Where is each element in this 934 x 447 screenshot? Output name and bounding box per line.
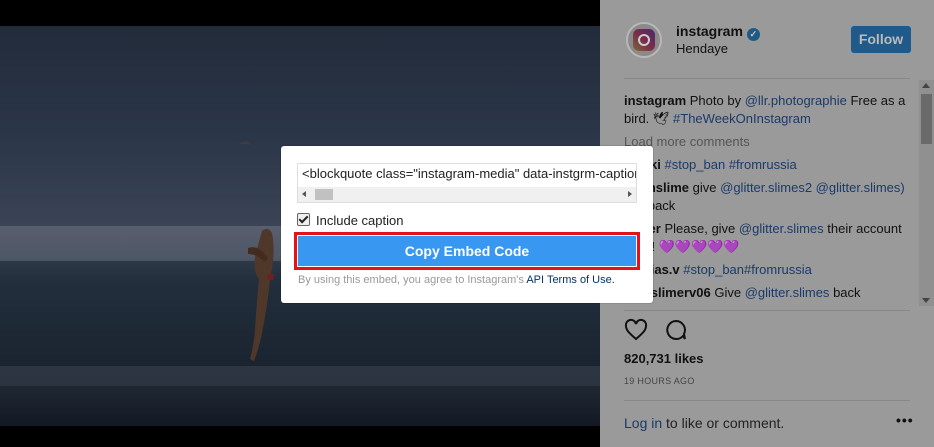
include-caption-row[interactable]: Include caption: [297, 213, 403, 228]
post-timestamp[interactable]: 19 HOURS AGO: [624, 376, 695, 386]
post-username[interactable]: instagram ✓: [676, 23, 760, 41]
divider: [624, 310, 910, 311]
login-link[interactable]: Log in: [624, 415, 662, 431]
scrollbar-thumb[interactable]: [921, 94, 932, 144]
post-location[interactable]: Hendaye: [676, 41, 728, 56]
terms-of-use-link[interactable]: Terms of Use.: [547, 274, 615, 286]
avatar[interactable]: [626, 22, 662, 58]
comments-list: instagram Photo by @llr.photographie Fre…: [624, 92, 914, 306]
mention-link[interactable]: @llr.photographie: [745, 93, 847, 108]
load-more-comments-link[interactable]: Load more comments: [624, 133, 914, 151]
include-caption-checkbox[interactable]: [297, 213, 310, 226]
embed-code-text[interactable]: <blockquote class="instagram-media" data…: [302, 166, 636, 181]
mention-link[interactable]: @glitter.slimes2 @glitter.slimes): [720, 180, 905, 195]
caption: instagram Photo by @llr.photographie Fre…: [624, 93, 906, 126]
heart-icon[interactable]: [624, 318, 648, 342]
instagram-logo-icon: [633, 29, 655, 51]
hashtag-link[interactable]: #stop_ban#fromrussia: [683, 262, 812, 277]
scroll-right-arrow-icon[interactable]: [628, 191, 632, 197]
follow-button[interactable]: Follow: [851, 26, 911, 53]
horizontal-scrollbar[interactable]: [298, 187, 636, 202]
mention-link[interactable]: @glitter.slimes: [745, 285, 830, 300]
scroll-down-arrow-icon[interactable]: [922, 298, 930, 303]
comment-bubble-icon[interactable]: [664, 318, 688, 342]
list-item: aha.ki #stop_ban #fromrussia: [624, 156, 914, 174]
hashtag-link[interactable]: #stop_ban #fromrussia: [664, 157, 796, 172]
highlight-box: [294, 232, 640, 270]
list-item: noonslime give @glitter.slimes2 @glitter…: [624, 180, 905, 213]
embed-modal: <blockquote class="instagram-media" data…: [281, 146, 653, 303]
divider: [624, 78, 910, 79]
api-link[interactable]: API: [526, 274, 544, 286]
scroll-left-arrow-icon[interactable]: [302, 191, 306, 197]
list-item: the_slimerv06 Give @glitter.slimes back: [624, 285, 861, 300]
more-options-icon[interactable]: •••: [896, 412, 914, 428]
verified-badge-icon: ✓: [746, 28, 760, 41]
terms-text: By using this embed, you agree to Instag…: [298, 274, 615, 286]
mention-link[interactable]: @glitter.slimes: [739, 221, 824, 236]
list-item: ribber Please, give @glitter.slimes thei…: [624, 221, 902, 254]
divider: [624, 400, 910, 401]
comment-user[interactable]: instagram: [624, 93, 686, 108]
comments-scrollbar[interactable]: [919, 80, 934, 306]
hashtag-link[interactable]: #TheWeekOnInstagram: [673, 111, 811, 126]
list-item: ntasias.v #stop_ban#fromrussia: [624, 261, 914, 279]
embed-code-textbox[interactable]: <blockquote class="instagram-media" data…: [297, 163, 637, 203]
scrollbar-thumb[interactable]: [315, 189, 333, 200]
likes-count[interactable]: 820,731 likes: [624, 351, 704, 366]
login-prompt: Log in to like or comment.: [624, 415, 785, 431]
include-caption-label[interactable]: Include caption: [316, 213, 403, 228]
scroll-up-arrow-icon[interactable]: [922, 83, 930, 88]
